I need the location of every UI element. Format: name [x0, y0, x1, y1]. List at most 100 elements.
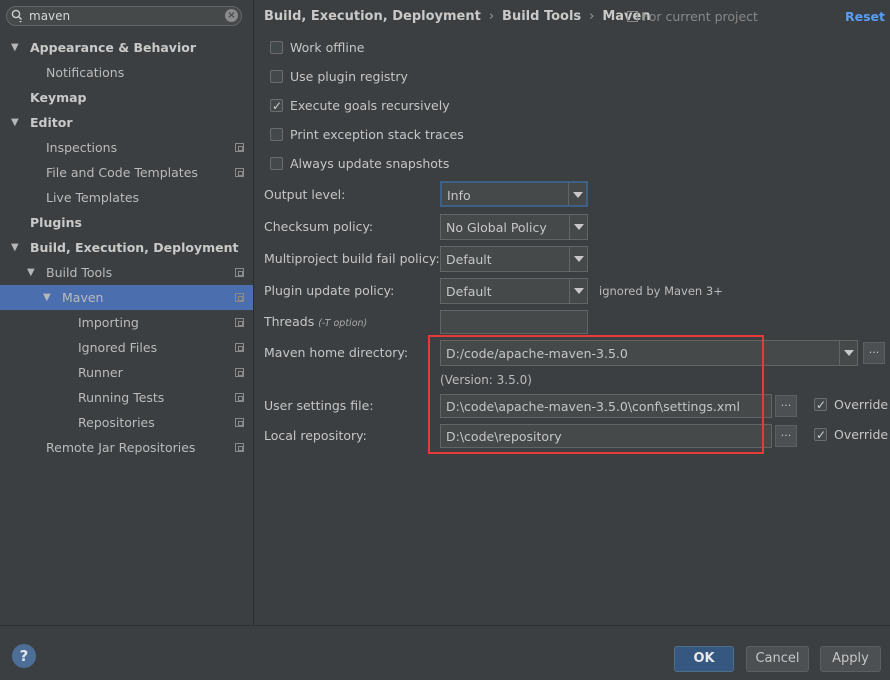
checksum-policy-value: No Global Policy — [446, 220, 547, 235]
sidebar-item-live-templates[interactable]: Live Templates — [0, 185, 253, 210]
sidebar-item-plugins[interactable]: Plugins — [0, 210, 253, 235]
sidebar-item-importing[interactable]: Importing — [0, 310, 253, 335]
sidebar-item-file-and-code-templates[interactable]: File and Code Templates — [0, 160, 253, 185]
plugin-update-label: Plugin update policy: — [264, 283, 395, 298]
local-repo-label: Local repository: — [264, 428, 367, 443]
project-scope-icon — [235, 143, 244, 152]
checkbox-icon[interactable] — [270, 128, 283, 141]
search-field[interactable]: maven × — [6, 6, 242, 26]
project-scope-icon — [235, 293, 244, 302]
project-scope-icon — [235, 268, 244, 277]
sidebar-item-label: Maven — [62, 290, 104, 305]
sidebar-item-label: Notifications — [46, 65, 125, 80]
user-settings-label: User settings file: — [264, 398, 374, 413]
plugin-update-select[interactable]: Default — [440, 278, 588, 304]
override-label: Override — [834, 397, 889, 412]
breadcrumb-item: Build Tools — [502, 9, 582, 24]
checksum-policy-select[interactable]: No Global Policy — [440, 214, 588, 240]
plugin-update-note: ignored by Maven 3+ — [599, 284, 723, 298]
sidebar-item-build-execution-deployment[interactable]: ▼ Build, Execution, Deployment — [0, 235, 253, 260]
sidebar-item-label: Plugins — [30, 215, 82, 230]
checkbox-icon[interactable] — [270, 97, 283, 115]
sidebar-item-editor[interactable]: ▼ Editor — [0, 110, 253, 135]
sidebar-item-appearance-behavior[interactable]: ▼ Appearance & Behavior — [0, 35, 253, 60]
sidebar-item-label: Runner — [78, 365, 123, 380]
threads-hint: (-T option) — [318, 318, 368, 329]
threads-input[interactable] — [440, 310, 588, 334]
project-scope-icon — [235, 318, 244, 327]
output-level-value: Info — [447, 188, 471, 203]
sidebar-item-remote-jar-repositories[interactable]: Remote Jar Repositories — [0, 435, 253, 460]
browse-user-settings-button[interactable]: ... — [775, 395, 797, 417]
expand-arrow-icon[interactable]: ▼ — [27, 260, 39, 285]
dialog-footer: ? OK Cancel Apply — [0, 625, 890, 680]
output-level-select[interactable]: Info — [440, 181, 588, 207]
sidebar-item-keymap[interactable]: Keymap — [0, 85, 253, 110]
help-icon[interactable]: ? — [12, 644, 36, 668]
search-input[interactable]: maven — [29, 9, 70, 23]
project-scope-icon — [235, 443, 244, 452]
checkbox-icon[interactable] — [270, 41, 283, 54]
override-checkbox[interactable] — [814, 426, 827, 444]
sidebar-item-ignored-files[interactable]: Ignored Files — [0, 335, 253, 360]
scope-label: For current project — [627, 9, 758, 24]
expand-arrow-icon[interactable]: ▼ — [11, 235, 23, 260]
project-scope-icon — [235, 418, 244, 427]
cancel-button[interactable]: Cancel — [746, 646, 809, 672]
browse-maven-home-button[interactable]: ... — [863, 342, 885, 364]
checkbox-icon[interactable] — [270, 157, 283, 170]
checkbox-label: Print exception stack traces — [290, 127, 464, 142]
sidebar-item-runner[interactable]: Runner — [0, 360, 253, 385]
sidebar-item-build-tools[interactable]: ▼ Build Tools — [0, 260, 253, 285]
override-checkbox[interactable] — [814, 396, 827, 414]
breadcrumb: Build, Execution, Deployment › Build Tools… — [264, 9, 651, 24]
sidebar-item-label: Editor — [30, 115, 73, 130]
search-icon — [11, 9, 23, 23]
breadcrumb-item: Build, Execution, Deployment — [264, 9, 481, 24]
breadcrumb-separator: › — [589, 9, 595, 24]
project-scope-icon — [235, 368, 244, 377]
sidebar-item-running-tests[interactable]: Running Tests — [0, 385, 253, 410]
checkbox-icon[interactable] — [270, 70, 283, 83]
chevron-down-icon[interactable] — [569, 247, 587, 271]
sidebar-item-label: Ignored Files — [78, 340, 158, 355]
chevron-down-icon[interactable] — [569, 279, 587, 303]
sidebar-item-repositories[interactable]: Repositories — [0, 410, 253, 435]
checksum-policy-label: Checksum policy: — [264, 219, 374, 234]
apply-button[interactable]: Apply — [820, 646, 881, 672]
sidebar-item-label: Remote Jar Repositories — [46, 440, 196, 455]
expand-arrow-icon[interactable]: ▼ — [11, 35, 23, 60]
output-level-label: Output level: — [264, 187, 346, 202]
maven-home-label: Maven home directory: — [264, 345, 409, 360]
sidebar-item-label: Build Tools — [46, 265, 113, 280]
sidebar-item-notifications[interactable]: Notifications — [0, 60, 253, 85]
sidebar-item-inspections[interactable]: Inspections — [0, 135, 253, 160]
breadcrumb-separator: › — [488, 9, 495, 24]
expand-arrow-icon[interactable]: ▼ — [11, 110, 23, 135]
override-label: Override — [834, 427, 889, 442]
fail-policy-value: Default — [446, 252, 492, 267]
settings-sidebar: maven × ▼ Appearance & Behavior Notificati… — [0, 0, 254, 625]
highlight-box — [428, 335, 764, 454]
chevron-down-icon[interactable] — [839, 341, 857, 365]
clear-search-icon[interactable]: × — [225, 9, 238, 22]
sidebar-item-label: Build, Execution, Deployment — [30, 240, 239, 255]
reset-link[interactable]: Reset — [845, 9, 885, 24]
settings-dialog: maven × ▼ Appearance & Behavior Notificati… — [0, 0, 890, 680]
checkbox-label: Use plugin registry — [290, 69, 408, 84]
ok-button[interactable]: OK — [674, 646, 734, 672]
browse-local-repo-button[interactable]: ... — [775, 425, 797, 447]
fail-policy-select[interactable]: Default — [440, 246, 588, 272]
sidebar-item-maven[interactable]: ▼ Maven — [0, 285, 253, 310]
expand-arrow-icon[interactable]: ▼ — [43, 285, 55, 310]
project-scope-icon — [235, 168, 244, 177]
chevron-down-icon[interactable] — [568, 183, 586, 205]
threads-label: Threads (-T option) — [264, 314, 368, 329]
project-scope-icon — [627, 11, 638, 22]
sidebar-item-label: Keymap — [30, 90, 87, 105]
chevron-down-icon[interactable] — [569, 215, 587, 239]
project-scope-icon — [235, 343, 244, 352]
maven-settings-panel: Build, Execution, Deployment › Build Tools… — [254, 0, 890, 625]
sidebar-item-label: Appearance & Behavior — [30, 40, 196, 55]
plugin-update-value: Default — [446, 284, 492, 299]
